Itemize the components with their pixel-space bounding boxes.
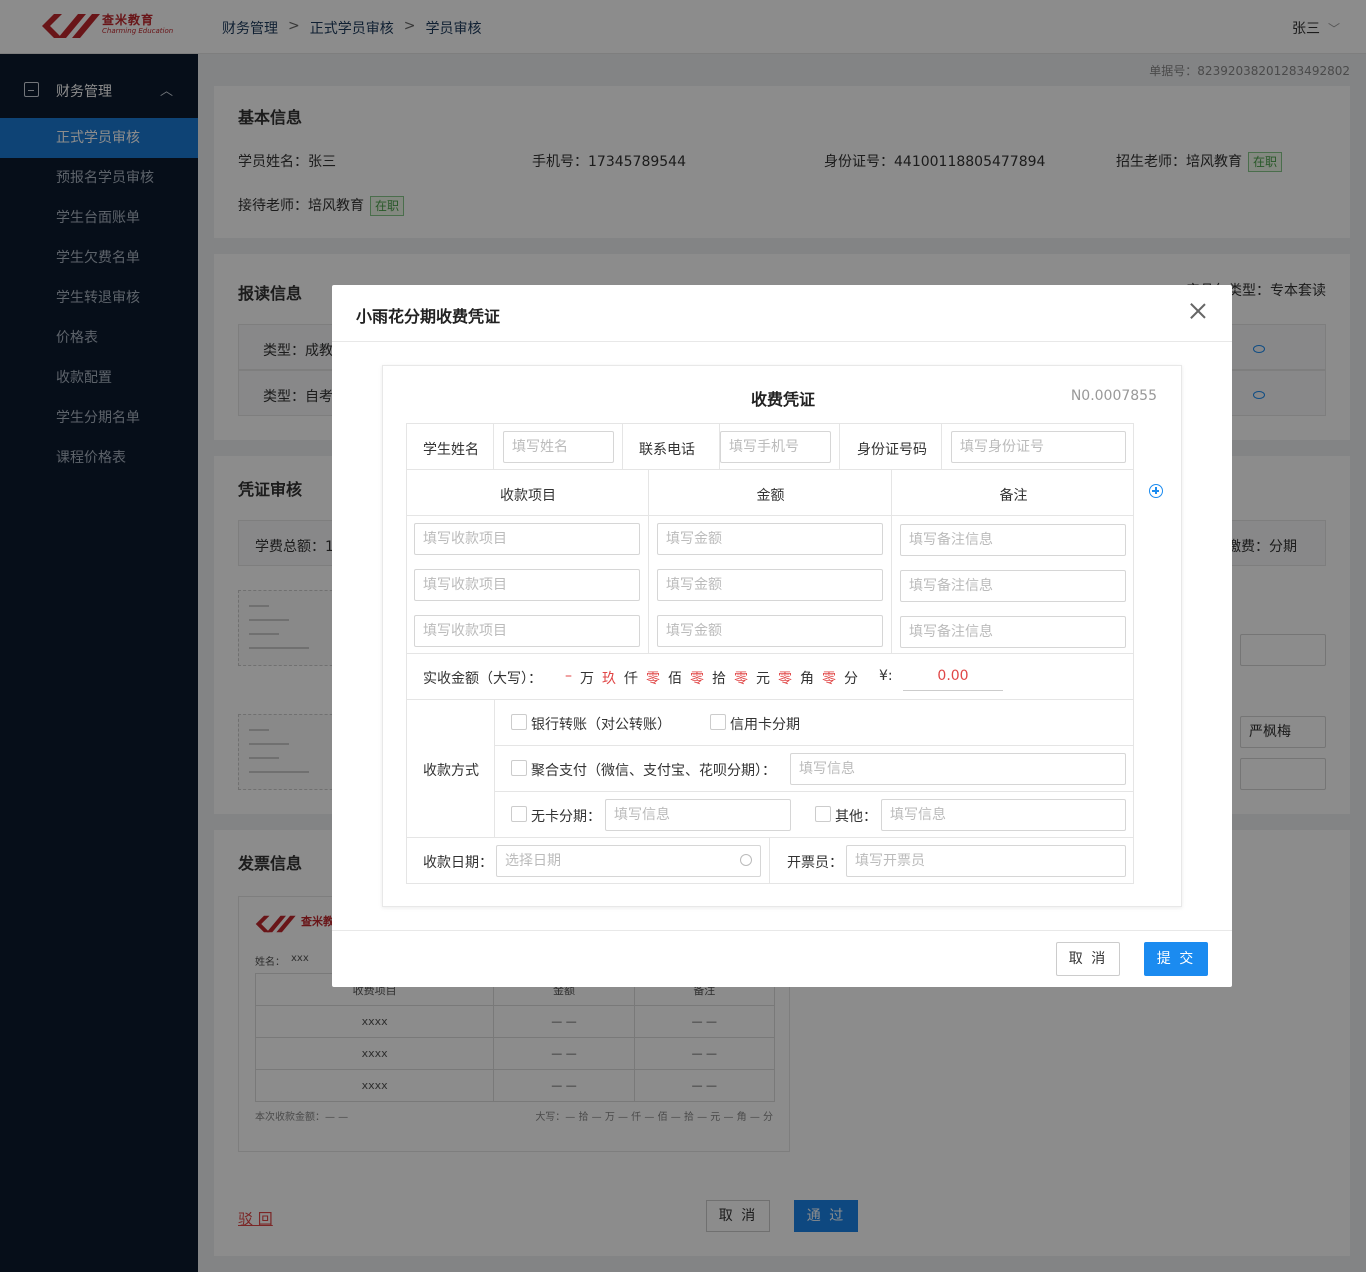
other-checkbox[interactable] xyxy=(815,806,831,822)
amount-in-words: – 万 玖 仟 零 佰 零 拾 零 元 零 角 零 分 xyxy=(565,668,866,688)
payment-voucher-dialog: 小雨花分期收费凭证 收费凭证 N0.0007855 学生姓名 填写姓名 联系电话… xyxy=(332,285,1232,987)
other-input[interactable]: 填写信息 xyxy=(881,799,1126,831)
amount-unit: 仟 xyxy=(624,671,638,687)
amount-digit: 零 xyxy=(646,671,660,687)
voucher-form: 收费凭证 N0.0007855 学生姓名 填写姓名 联系电话 填写手机号 身份证… xyxy=(382,365,1182,907)
actual-amount-label: 实收金额（大写）： xyxy=(423,671,542,687)
voucher-title: 收费凭证 xyxy=(750,390,815,409)
aggregate-pay-checkbox[interactable] xyxy=(511,760,527,776)
id-input[interactable]: 填写身份证号 xyxy=(951,431,1126,463)
add-row-icon[interactable] xyxy=(1149,484,1163,498)
amount-digit: 零 xyxy=(690,671,704,687)
amount-digit: – xyxy=(565,668,572,684)
amount-unit: 分 xyxy=(844,671,858,687)
no-card-label: 无卡分期： xyxy=(531,809,601,825)
bank-transfer-checkbox[interactable] xyxy=(511,714,527,730)
item-input[interactable]: 填写收款项目 xyxy=(414,615,640,647)
phone-input[interactable]: 填写手机号 xyxy=(720,431,831,463)
date-label: 收款日期： xyxy=(423,855,493,871)
issuer-input[interactable]: 填写开票员 xyxy=(846,845,1126,877)
item-input[interactable]: 填写收款项目 xyxy=(414,569,640,601)
dialog-cancel-button[interactable]: 取 消 xyxy=(1056,942,1120,976)
phone-label: 联系电话 xyxy=(639,442,695,458)
note-input[interactable]: 填写备注信息 xyxy=(900,570,1126,602)
dialog-title: 小雨花分期收费凭证 xyxy=(356,307,501,326)
dialog-submit-button[interactable]: 提 交 xyxy=(1144,942,1208,976)
col-amount-header: 金额 xyxy=(756,488,785,504)
amount-digit: 零 xyxy=(822,671,836,687)
credit-installment-label: 信用卡分期 xyxy=(730,717,800,733)
pay-method-label: 收款方式 xyxy=(423,763,479,779)
other-label: 其他： xyxy=(835,809,877,825)
clock-icon xyxy=(740,854,752,866)
item-input[interactable]: 填写收款项目 xyxy=(414,523,640,555)
no-card-checkbox[interactable] xyxy=(511,806,527,822)
aggregate-pay-label: 聚合支付（微信、支付宝、花呗分期）： xyxy=(531,763,776,779)
amount-unit: 角 xyxy=(800,671,814,687)
col-note-header: 备注 xyxy=(999,488,1028,504)
note-input[interactable]: 填写备注信息 xyxy=(900,616,1126,648)
no-card-input[interactable]: 填写信息 xyxy=(605,799,791,831)
amount-unit: 万 xyxy=(580,671,594,687)
student-name-input[interactable]: 填写姓名 xyxy=(503,431,614,463)
amount-unit: 佰 xyxy=(668,671,682,687)
date-picker[interactable]: 选择日期 xyxy=(496,845,761,877)
amount-digit: 零 xyxy=(778,671,792,687)
id-label: 身份证号码 xyxy=(857,442,927,458)
amount-unit: 拾 xyxy=(712,671,726,687)
amount-input[interactable]: 填写金额 xyxy=(657,615,883,647)
amount-value-input[interactable]: 0.00 xyxy=(903,659,1003,691)
amount-digit: 零 xyxy=(734,671,748,687)
amount-digit: 玖 xyxy=(602,671,616,687)
amount-input[interactable]: 填写金额 xyxy=(657,523,883,555)
close-icon[interactable] xyxy=(1188,301,1208,321)
amount-unit: 元 xyxy=(756,671,770,687)
student-name-label: 学生姓名 xyxy=(423,442,479,458)
bank-transfer-label: 银行转账（对公转账） xyxy=(531,717,671,733)
aggregate-pay-input[interactable]: 填写信息 xyxy=(790,753,1126,785)
divider xyxy=(332,341,1232,342)
voucher-number: N0.0007855 xyxy=(1070,388,1157,404)
note-input[interactable]: 填写备注信息 xyxy=(900,524,1126,556)
col-item-header: 收款项目 xyxy=(500,488,556,504)
issuer-label: 开票员： xyxy=(787,855,843,871)
amount-input[interactable]: 填写金额 xyxy=(657,569,883,601)
credit-installment-checkbox[interactable] xyxy=(710,714,726,730)
yen-label: ¥: xyxy=(879,668,893,684)
divider xyxy=(332,930,1232,931)
